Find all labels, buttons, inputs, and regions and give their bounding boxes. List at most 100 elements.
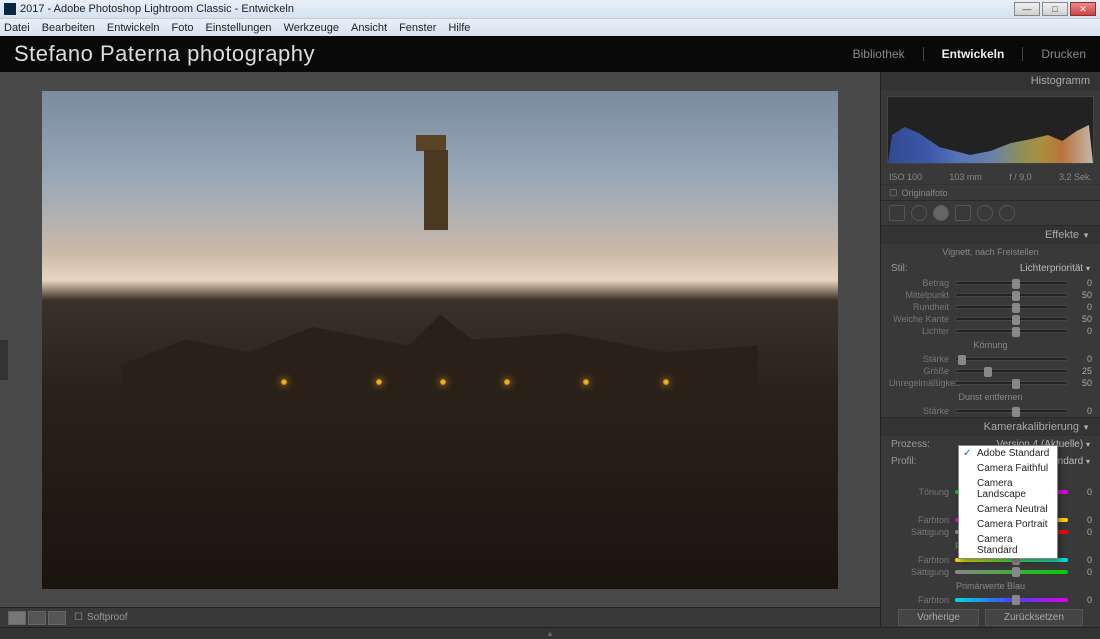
profile-option-camera-faithful[interactable]: Camera Faithful: [959, 461, 1057, 476]
crop-tool-icon[interactable]: [889, 205, 905, 221]
module-picker: Bibliothek Entwickeln Drucken: [853, 47, 1086, 61]
menu-ansicht[interactable]: Ansicht: [351, 22, 387, 34]
loupe-view-icon[interactable]: [8, 611, 26, 625]
vignette-0-slider[interactable]: [955, 281, 1068, 285]
profile-option-camera-standard[interactable]: Camera Standard: [959, 532, 1057, 558]
app-icon: [4, 3, 16, 15]
vignette-2-label: Rundheit: [889, 302, 949, 312]
process-label: Prozess:: [891, 439, 930, 450]
grain-2-value: 50: [1074, 378, 1092, 388]
tint-value: 0: [1074, 487, 1092, 497]
filmstrip-grip[interactable]: ▲: [0, 627, 1100, 639]
vignette-0-label: Betrag: [889, 278, 949, 288]
vignette-2-slider[interactable]: [955, 305, 1068, 309]
gradient-tool-icon[interactable]: [955, 205, 971, 221]
histo-aperture: f / 9,0: [1009, 172, 1032, 182]
profile-option-camera-neutral[interactable]: Camera Neutral: [959, 502, 1057, 517]
histogram-title: Histogramm: [1031, 75, 1090, 87]
menu-datei[interactable]: Datei: [4, 22, 30, 34]
menu-foto[interactable]: Foto: [171, 22, 193, 34]
effects-header[interactable]: Effekte ▼: [881, 226, 1100, 244]
vignette-3-value: 50: [1074, 314, 1092, 324]
primary-sat-label-1: Sättigung: [889, 567, 949, 577]
reset-button[interactable]: Zurücksetzen: [985, 609, 1083, 626]
close-button[interactable]: ✕: [1070, 2, 1096, 16]
grain-0-slider[interactable]: [955, 357, 1068, 361]
primary-hue-label-0: Farbton: [889, 515, 949, 525]
profile-option-camera-portrait[interactable]: Camera Portrait: [959, 517, 1057, 532]
vignette-0-value: 0: [1074, 278, 1092, 288]
softproof-label: Softproof: [87, 612, 128, 623]
primary-hue-label-1: Farbton: [889, 555, 949, 565]
chevron-down-icon: ▾: [1086, 440, 1090, 449]
vignette-4-slider[interactable]: [955, 329, 1068, 333]
chevron-down-icon: ▾: [1086, 457, 1090, 466]
identity-header: Stefano Paterna photography Bibliothek E…: [0, 36, 1100, 72]
radial-tool-icon[interactable]: [977, 205, 993, 221]
vignette-4-label: Lichter: [889, 326, 949, 336]
checkbox-icon[interactable]: ☐: [74, 612, 83, 623]
menu-bearbeiten[interactable]: Bearbeiten: [42, 22, 95, 34]
vignette-2-value: 0: [1074, 302, 1092, 312]
survey-view-icon[interactable]: [48, 611, 66, 625]
redeye-tool-icon[interactable]: [933, 205, 949, 221]
grain-2-slider[interactable]: [955, 381, 1068, 385]
left-panel-grip[interactable]: [0, 340, 8, 380]
photo-preview[interactable]: [42, 91, 838, 589]
primary-hue-val-2: 0: [1074, 595, 1092, 605]
menu-einstellungen[interactable]: Einstellungen: [206, 22, 272, 34]
primary-sat-label-0: Sättigung: [889, 527, 949, 537]
style-dropdown[interactable]: Lichterpriorität ▾: [1020, 263, 1090, 274]
tint-label: Tönung: [889, 487, 949, 497]
menu-hilfe[interactable]: Hilfe: [448, 22, 470, 34]
primary-hue-label-2: Farbton: [889, 595, 949, 605]
maximize-button[interactable]: □: [1042, 2, 1068, 16]
profile-option-adobe-standard[interactable]: Adobe Standard: [959, 446, 1057, 461]
vignette-3-slider[interactable]: [955, 317, 1068, 321]
primary-sat-slider-1[interactable]: [955, 570, 1068, 574]
grain-0-label: Stärke: [889, 354, 949, 364]
calibration-header[interactable]: Kamerakalibrierung ▼: [881, 418, 1100, 436]
module-bibliothek[interactable]: Bibliothek: [853, 47, 905, 61]
primary-title-2: Primärwerte Blau: [881, 578, 1100, 594]
minimize-button[interactable]: —: [1014, 2, 1040, 16]
grain-1-slider[interactable]: [955, 369, 1068, 373]
vignette-3-label: Weiche Kante: [889, 314, 949, 324]
histogram-header[interactable]: Histogramm: [881, 72, 1100, 90]
primary-sat-val-1: 0: [1074, 567, 1092, 577]
vignette-1-label: Mittelpunkt: [889, 290, 949, 300]
histogram-display[interactable]: [887, 96, 1094, 164]
grain-0-value: 0: [1074, 354, 1092, 364]
brush-tool-icon[interactable]: [999, 205, 1015, 221]
compare-view-icon[interactable]: [28, 611, 46, 625]
preview-area[interactable]: [0, 72, 880, 607]
histo-shutter: 3,2 Sek.: [1059, 172, 1092, 182]
style-label: Stil:: [891, 263, 908, 274]
profile-dropdown-menu[interactable]: Adobe Standard Camera Faithful Camera La…: [958, 445, 1058, 559]
dehaze-label: Stärke: [889, 406, 949, 416]
primary-sat-val-0: 0: [1074, 527, 1092, 537]
grain-1-label: Größe: [889, 366, 949, 376]
module-entwickeln[interactable]: Entwickeln: [923, 47, 1005, 61]
dehaze-subhead: Dunst entfernen: [881, 389, 1100, 405]
grain-2-label: Unregelmäßigkeit: [889, 378, 949, 388]
vignette-1-slider[interactable]: [955, 293, 1068, 297]
primary-hue-val-1: 0: [1074, 555, 1092, 565]
histo-iso: ISO 100: [889, 172, 922, 182]
primary-hue-slider-2[interactable]: [955, 598, 1068, 602]
previous-button[interactable]: Vorherige: [898, 609, 979, 626]
primary-hue-val-0: 0: [1074, 515, 1092, 525]
spot-tool-icon[interactable]: [911, 205, 927, 221]
histo-focal: 103 mm: [949, 172, 982, 182]
dehaze-slider[interactable]: [955, 409, 1068, 413]
menu-entwickeln[interactable]: Entwickeln: [107, 22, 160, 34]
vignette-1-value: 50: [1074, 290, 1092, 300]
module-drucken[interactable]: Drucken: [1022, 47, 1086, 61]
profile-label: Profil:: [891, 456, 917, 467]
menu-fenster[interactable]: Fenster: [399, 22, 436, 34]
menu-werkzeuge[interactable]: Werkzeuge: [284, 22, 339, 34]
identity-plate: Stefano Paterna photography: [14, 41, 315, 67]
chevron-down-icon: ▼: [1082, 423, 1090, 432]
menu-bar: Datei Bearbeiten Entwickeln Foto Einstel…: [0, 18, 1100, 36]
profile-option-camera-landscape[interactable]: Camera Landscape: [959, 476, 1057, 502]
